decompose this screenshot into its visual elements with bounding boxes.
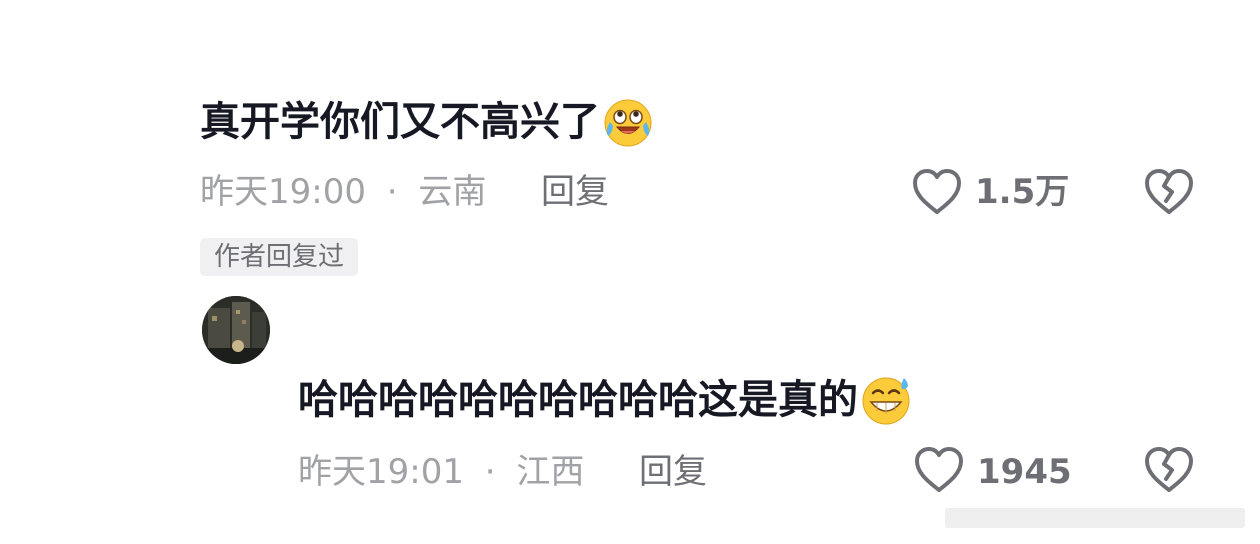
avatar[interactable]: [202, 296, 270, 364]
comment-text-content: 真开学你们又不高兴了: [200, 99, 600, 145]
like-button[interactable]: [910, 166, 964, 218]
reply-reply-button[interactable]: 回复: [639, 450, 707, 494]
author-replied-badge: 作者回复过: [200, 238, 359, 276]
comment-location: 云南: [418, 172, 487, 212]
reply-text-content: 哈哈哈哈哈哈哈哈哈哈这是真的: [298, 377, 858, 423]
watermark: [945, 508, 1245, 528]
reply-time: 昨天19:01: [298, 452, 464, 492]
meta-separator: ·: [484, 452, 496, 492]
broken-heart-icon: [1145, 169, 1193, 214]
dislike-button[interactable]: [1142, 166, 1196, 218]
laughing-crying-emoji-icon: [604, 99, 652, 147]
comment-meta: 昨天19:00 · 云南: [200, 170, 486, 214]
reply-dislike-button[interactable]: [1142, 444, 1196, 496]
reply-meta: 昨天19:01 · 江西: [298, 450, 584, 494]
comment-time: 昨天19:00: [200, 172, 366, 212]
heart-outline-icon: [913, 169, 961, 214]
like-count: 1.5万: [975, 172, 1070, 212]
user-avatar-image: [202, 296, 270, 364]
reply-location: 江西: [516, 452, 585, 492]
comment-text: 真开学你们又不高兴了: [200, 96, 654, 148]
reply-button[interactable]: 回复: [541, 170, 609, 214]
grinning-sweat-emoji-icon: [862, 377, 910, 425]
heart-outline-icon: [915, 447, 963, 492]
reply-like-count: 1945: [977, 452, 1072, 492]
meta-separator: ·: [386, 172, 398, 212]
reply-like-button[interactable]: [912, 444, 966, 496]
broken-heart-icon: [1145, 447, 1193, 492]
reply-text: 哈哈哈哈哈哈哈哈哈哈这是真的: [298, 374, 912, 426]
